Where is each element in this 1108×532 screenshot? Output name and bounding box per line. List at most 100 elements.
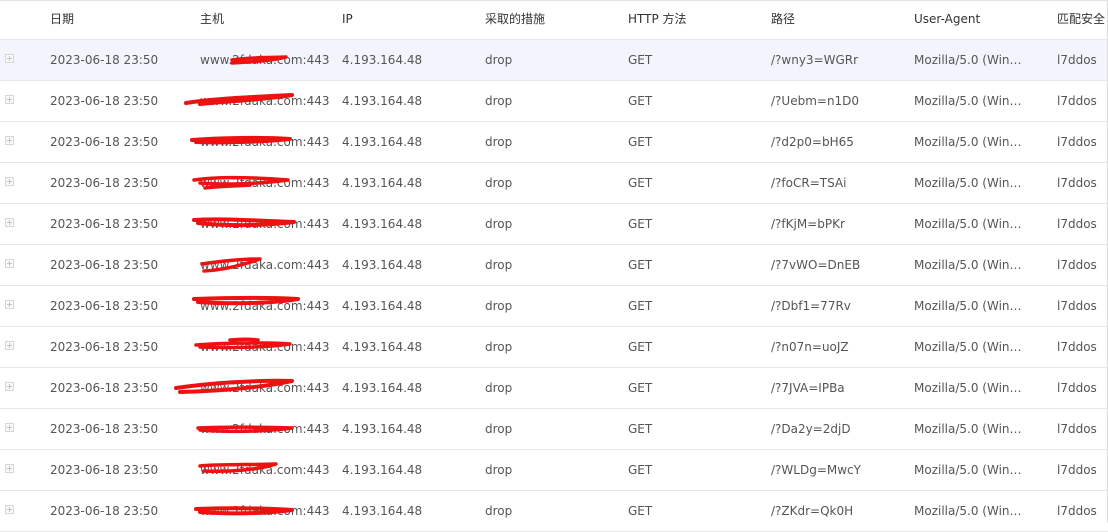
table-row[interactable]: 2023-06-18 23:50 www.2fdaka.com:443 4.19… xyxy=(0,450,1108,491)
cell-path: /?7JVA=IPBa xyxy=(771,381,845,395)
expand-row-icon[interactable] xyxy=(5,136,14,145)
table-row[interactable]: 2023-06-18 23:50 www.2fdaka.com:443 4.19… xyxy=(0,491,1108,532)
cell-action: drop xyxy=(485,504,513,518)
expand-row-icon[interactable] xyxy=(5,464,14,473)
expand-row-icon[interactable] xyxy=(5,382,14,391)
column-header-rule[interactable]: 匹配安全 xyxy=(1057,1,1108,37)
cell-path: /?7vWO=DnEB xyxy=(771,258,861,272)
cell-ip: 4.193.164.48 xyxy=(342,94,423,108)
cell-date: 2023-06-18 23:50 xyxy=(50,299,159,313)
cell-action: drop xyxy=(485,94,513,108)
cell-host: www.2fdaka.com:443 xyxy=(200,258,330,272)
cell-date: 2023-06-18 23:50 xyxy=(50,176,159,190)
table-row[interactable]: 2023-06-18 23:50 www.2fdaka.com:443 4.19… xyxy=(0,245,1108,286)
cell-host: www.2fdaka.com:443 xyxy=(200,176,330,190)
cell-date: 2023-06-18 23:50 xyxy=(50,94,159,108)
cell-date: 2023-06-18 23:50 xyxy=(50,135,159,149)
table-row[interactable]: 2023-06-18 23:50 www.2fdaka.com:443 4.19… xyxy=(0,327,1108,368)
cell-user-agent: Mozilla/5.0 (Windows xyxy=(914,94,1026,108)
cell-ip: 4.193.164.48 xyxy=(342,504,423,518)
cell-action: drop xyxy=(485,176,513,190)
column-header-date[interactable]: 日期 xyxy=(50,1,190,37)
cell-method: GET xyxy=(628,299,653,313)
cell-rule: l7ddos xyxy=(1057,463,1097,477)
cell-user-agent: Mozilla/5.0 (Windows xyxy=(914,53,1026,67)
cell-ip: 4.193.164.48 xyxy=(342,422,423,436)
cell-action: drop xyxy=(485,217,513,231)
column-header-path[interactable]: 路径 xyxy=(771,1,906,37)
cell-rule: l7ddos xyxy=(1057,299,1097,313)
cell-action: drop xyxy=(485,463,513,477)
cell-ip: 4.193.164.48 xyxy=(342,340,423,354)
column-header-ip[interactable]: IP xyxy=(342,1,477,37)
cell-date: 2023-06-18 23:50 xyxy=(50,381,159,395)
cell-ip: 4.193.164.48 xyxy=(342,299,423,313)
column-header-method[interactable]: HTTP 方法 xyxy=(628,1,758,37)
cell-date: 2023-06-18 23:50 xyxy=(50,340,159,354)
cell-action: drop xyxy=(485,381,513,395)
expand-row-icon[interactable] xyxy=(5,218,14,227)
cell-rule: l7ddos xyxy=(1057,258,1097,272)
cell-host: www.2fdaka.com:443 xyxy=(200,340,330,354)
table-row[interactable]: 2023-06-18 23:50 www.2fdaka.com:443 4.19… xyxy=(0,163,1108,204)
column-header-action[interactable]: 采取的措施 xyxy=(485,1,620,37)
table-row[interactable]: 2023-06-18 23:50 www.2fdaka.com:443 4.19… xyxy=(0,204,1108,245)
cell-ip: 4.193.164.48 xyxy=(342,463,423,477)
cell-path: /?n07n=uoJZ xyxy=(771,340,849,354)
cell-path: /?foCR=TSAi xyxy=(771,176,847,190)
cell-host: www.2fdaka.com:443 xyxy=(200,422,330,436)
column-header-host[interactable]: 主机 xyxy=(200,1,335,37)
cell-path: /?Uebm=n1D0 xyxy=(771,94,860,108)
cell-user-agent: Mozilla/5.0 (Windows xyxy=(914,422,1026,436)
column-header-user-agent[interactable]: User-Agent xyxy=(914,1,1026,37)
table-row[interactable]: 2023-06-18 23:50 www.2fdaka.com:443 4.19… xyxy=(0,40,1108,81)
cell-method: GET xyxy=(628,94,653,108)
cell-rule: l7ddos xyxy=(1057,94,1097,108)
expand-row-icon[interactable] xyxy=(5,177,14,186)
expand-row-icon[interactable] xyxy=(5,341,14,350)
cell-method: GET xyxy=(628,381,653,395)
table-row[interactable]: 2023-06-18 23:50 www.2fdaka.com:443 4.19… xyxy=(0,122,1108,163)
cell-path: /?wny3=WGRr xyxy=(771,53,859,67)
cell-rule: l7ddos xyxy=(1057,422,1097,436)
cell-host: www.2fdaka.com:443 xyxy=(200,504,330,518)
cell-date: 2023-06-18 23:50 xyxy=(50,217,159,231)
cell-path: /?fKjM=bPKr xyxy=(771,217,845,231)
expand-row-icon[interactable] xyxy=(5,95,14,104)
expand-row-icon[interactable] xyxy=(5,423,14,432)
cell-host: www.2fdaka.com:443 xyxy=(200,299,330,313)
cell-date: 2023-06-18 23:50 xyxy=(50,463,159,477)
cell-host: www.2fdaka.com:443 xyxy=(200,381,330,395)
cell-user-agent: Mozilla/5.0 (Windows xyxy=(914,299,1026,313)
table-header: 日期 主机 IP 采取的措施 HTTP 方法 路径 User-Agent 匹配安… xyxy=(0,0,1108,40)
table-row[interactable]: 2023-06-18 23:50 www.2fdaka.com:443 4.19… xyxy=(0,368,1108,409)
cell-host: www.2fdaka.com:443 xyxy=(200,463,330,477)
expand-row-icon[interactable] xyxy=(5,54,14,63)
cell-method: GET xyxy=(628,422,653,436)
cell-rule: l7ddos xyxy=(1057,504,1097,518)
table-row[interactable]: 2023-06-18 23:50 www.2fdaka.com:443 4.19… xyxy=(0,409,1108,450)
cell-date: 2023-06-18 23:50 xyxy=(50,258,159,272)
cell-user-agent: Mozilla/5.0 (Windows xyxy=(914,463,1026,477)
table-row[interactable]: 2023-06-18 23:50 www.2fdaka.com:443 4.19… xyxy=(0,286,1108,327)
cell-action: drop xyxy=(485,258,513,272)
cell-rule: l7ddos xyxy=(1057,217,1097,231)
cell-path: /?WLDg=MwcY xyxy=(771,463,861,477)
cell-method: GET xyxy=(628,340,653,354)
cell-user-agent: Mozilla/5.0 (Windows xyxy=(914,135,1026,149)
cell-date: 2023-06-18 23:50 xyxy=(50,504,159,518)
cell-host: www.2fdaka.com:443 xyxy=(200,135,330,149)
firewall-events-table: 日期 主机 IP 采取的措施 HTTP 方法 路径 User-Agent 匹配安… xyxy=(0,0,1108,532)
table-row[interactable]: 2023-06-18 23:50 www.2fdaka.com:443 4.19… xyxy=(0,81,1108,122)
cell-path: /?d2p0=bH65 xyxy=(771,135,854,149)
expand-row-icon[interactable] xyxy=(5,505,14,514)
cell-date: 2023-06-18 23:50 xyxy=(50,53,159,67)
cell-path: /?ZKdr=Qk0H xyxy=(771,504,854,518)
expand-row-icon[interactable] xyxy=(5,300,14,309)
cell-user-agent: Mozilla/5.0 (Windows xyxy=(914,381,1026,395)
expand-row-icon[interactable] xyxy=(5,259,14,268)
cell-method: GET xyxy=(628,504,653,518)
cell-method: GET xyxy=(628,176,653,190)
cell-action: drop xyxy=(485,340,513,354)
cell-rule: l7ddos xyxy=(1057,340,1097,354)
